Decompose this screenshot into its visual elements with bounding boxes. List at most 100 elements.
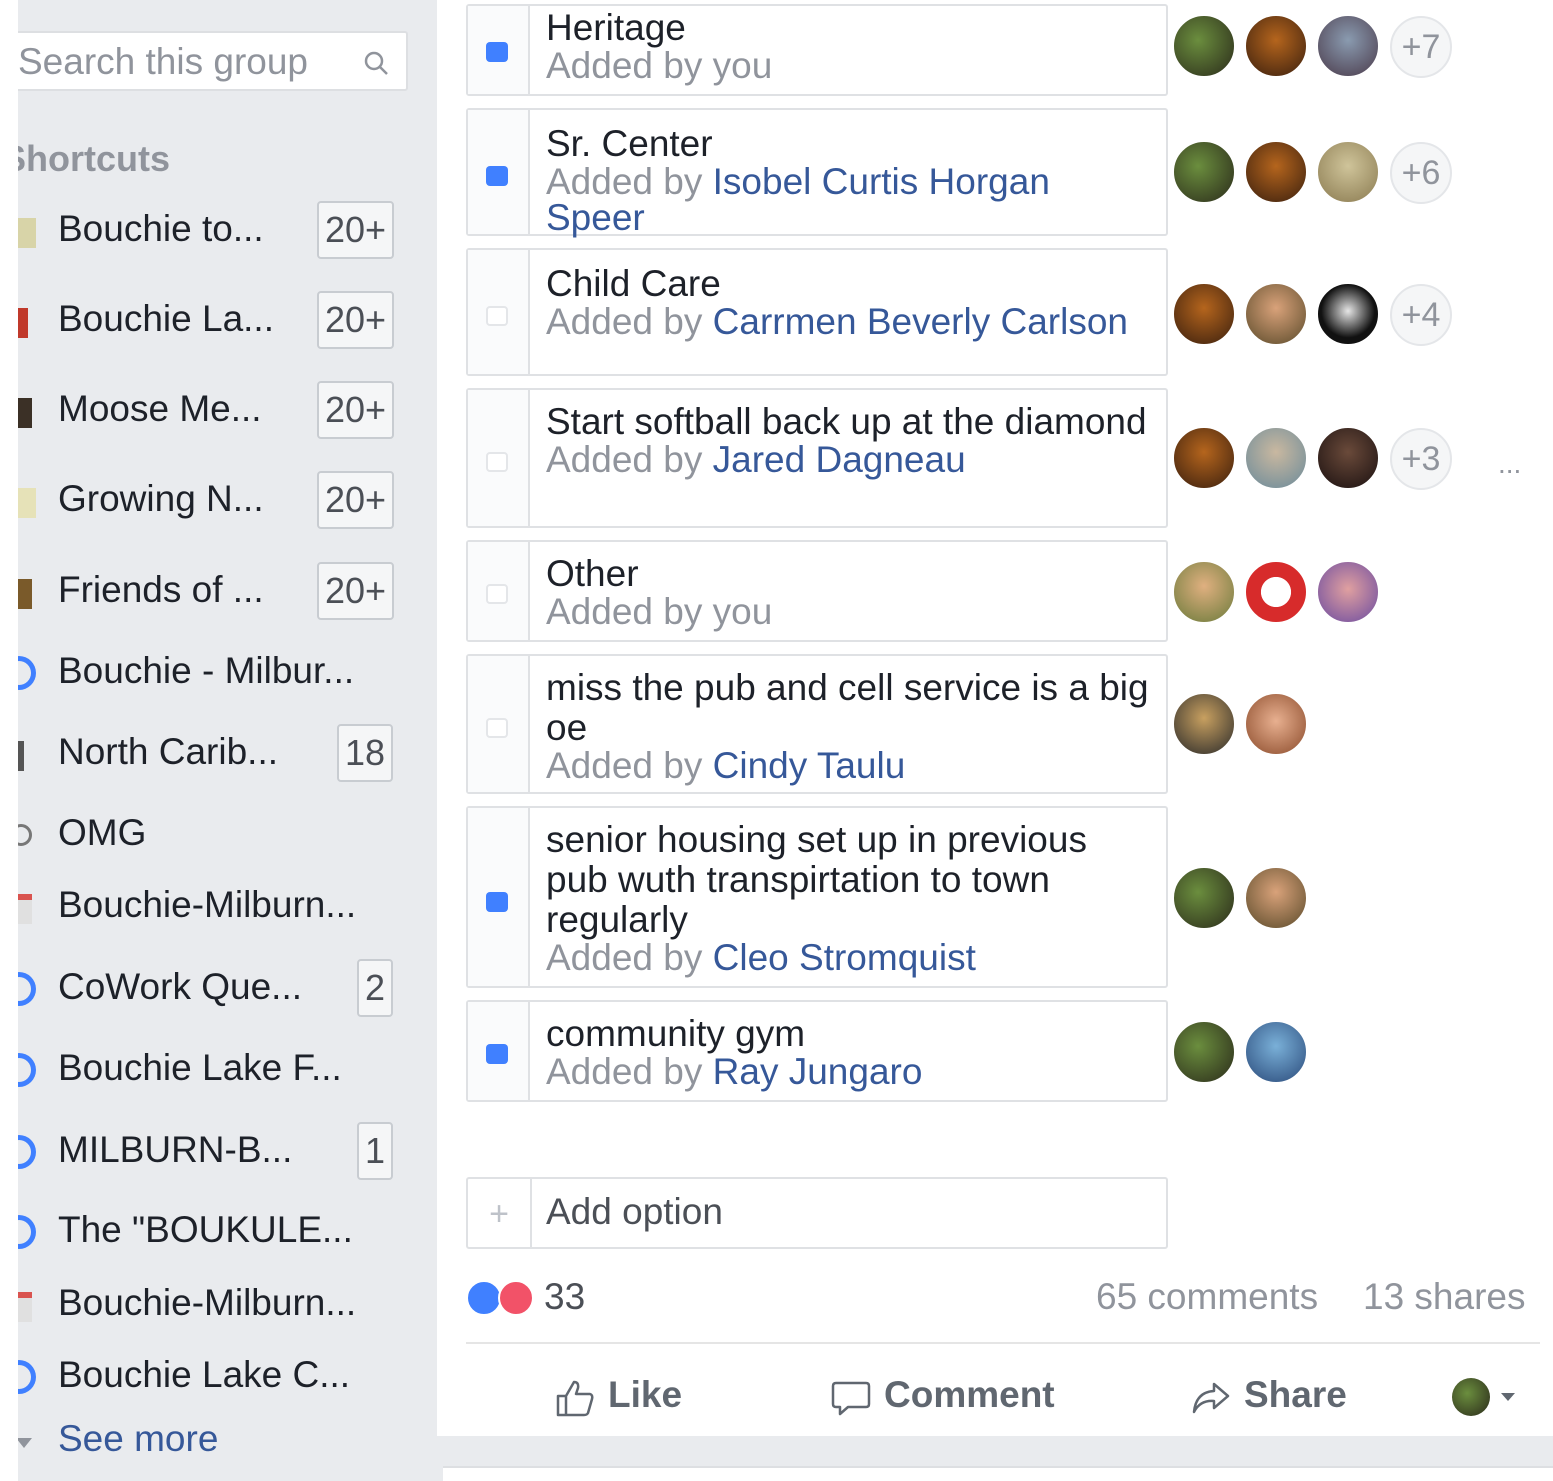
checkbox-checked-icon[interactable] xyxy=(486,166,508,186)
shortcut-item[interactable]: Bouchie-Milburn... xyxy=(0,872,437,942)
avatar[interactable] xyxy=(1316,282,1380,346)
see-more-link[interactable]: See more xyxy=(0,1414,300,1470)
poll-option[interactable]: senior housing set up in previous pub wu… xyxy=(466,806,1168,988)
checkbox-checked-icon[interactable] xyxy=(486,892,508,912)
shortcut-label: OMG xyxy=(58,812,147,853)
poll-option-checkbox-cell xyxy=(468,250,530,374)
shortcut-item[interactable]: North Carib... 18 xyxy=(0,719,437,789)
search-input[interactable]: Search this group xyxy=(18,41,308,83)
shortcut-item[interactable]: Bouchie Lake F... xyxy=(0,1035,437,1105)
more-voters-count[interactable]: +6 xyxy=(1390,142,1452,204)
window-edge xyxy=(0,0,18,1481)
shortcut-item[interactable]: Bouchie to... 20+ xyxy=(0,196,437,266)
shortcut-item[interactable]: CoWork Que... 2 xyxy=(0,954,437,1024)
poll-option[interactable]: Start softball back up at the diamond Ad… xyxy=(466,388,1168,528)
shortcut-item[interactable]: The "BOUKULE... xyxy=(0,1197,437,1267)
avatar[interactable] xyxy=(1244,140,1308,204)
avatar[interactable] xyxy=(1244,426,1308,490)
added-by-text: Added by you xyxy=(546,45,773,86)
poll-option-title: Other xyxy=(546,553,639,594)
share-button[interactable]: Share xyxy=(1190,1368,1370,1424)
added-by-text: Added by Ray Jungaro xyxy=(546,1051,923,1092)
added-by-text: Added by Cleo Stromquist xyxy=(546,937,976,978)
shortcut-item[interactable]: Bouchie-Milburn... xyxy=(0,1270,437,1340)
avatar[interactable] xyxy=(1316,426,1380,490)
author-link[interactable]: Cleo Stromquist xyxy=(713,937,976,978)
avatar[interactable] xyxy=(1172,692,1236,756)
shortcut-label: Moose Me... xyxy=(58,388,262,429)
more-voters-count[interactable]: +7 xyxy=(1390,16,1452,78)
checkbox-unchecked-icon[interactable] xyxy=(486,718,508,738)
shortcut-item[interactable]: Moose Me... 20+ xyxy=(0,376,437,446)
added-by-text: Added by Isobel Curtis Horgan Speer xyxy=(546,161,1050,238)
poll-option[interactable]: Other Added by you xyxy=(466,540,1168,642)
poll-option-title: Start softball back up at the diamond xyxy=(546,401,1147,442)
checkbox-unchecked-icon[interactable] xyxy=(486,452,508,472)
avatar xyxy=(1452,1378,1490,1416)
search-icon[interactable] xyxy=(362,49,390,77)
checkbox-unchecked-icon[interactable] xyxy=(486,306,508,326)
canada-flag-avatar[interactable] xyxy=(1244,560,1308,624)
avatar[interactable] xyxy=(1316,140,1380,204)
shortcut-item[interactable]: MILBURN-B... 1 xyxy=(0,1117,437,1187)
comment-icon xyxy=(831,1381,871,1416)
avatar[interactable] xyxy=(1316,560,1380,624)
reaction-count[interactable]: 33 xyxy=(544,1276,585,1318)
author-link[interactable]: Carrmen Beverly Carlson xyxy=(713,301,1128,342)
add-option-placeholder[interactable]: Add option xyxy=(546,1191,723,1233)
shares-count[interactable]: 13 shares xyxy=(1363,1276,1526,1318)
avatar[interactable] xyxy=(1172,426,1236,490)
like-button[interactable]: Like xyxy=(554,1368,704,1424)
shortcut-label: Bouchie - Milbur... xyxy=(58,650,355,691)
shortcut-item[interactable]: Bouchie - Milbur... xyxy=(0,638,437,708)
avatar[interactable] xyxy=(1244,14,1308,78)
shortcut-item[interactable]: OMG xyxy=(0,800,437,870)
avatar[interactable] xyxy=(1244,1020,1308,1084)
comment-button[interactable]: Comment xyxy=(830,1368,1080,1424)
author-link[interactable]: Jared Dagneau xyxy=(713,439,966,480)
checkbox-unchecked-icon[interactable] xyxy=(486,584,508,604)
author-link[interactable]: Cindy Taulu xyxy=(713,745,906,786)
poll-option[interactable]: Sr. Center Added by Isobel Curtis Horgan… xyxy=(466,108,1168,236)
avatar[interactable] xyxy=(1244,866,1308,930)
notification-badge: 2 xyxy=(357,959,394,1017)
checkbox-checked-icon[interactable] xyxy=(486,42,508,62)
poll-option-checkbox-cell xyxy=(468,656,530,792)
thumbs-up-icon xyxy=(556,1380,594,1417)
poll-option[interactable]: Child Care Added by Carrmen Beverly Carl… xyxy=(466,248,1168,376)
avatar[interactable] xyxy=(1172,282,1236,346)
poll-option[interactable]: Heritage Added by you xyxy=(466,4,1168,96)
poll-option[interactable]: community gym Added by Ray Jungaro xyxy=(466,1000,1168,1102)
avatar[interactable] xyxy=(1316,14,1380,78)
avatar[interactable] xyxy=(1172,1020,1236,1084)
avatar[interactable] xyxy=(1244,282,1308,346)
poll-option[interactable]: miss the pub and cell service is a big o… xyxy=(466,654,1168,794)
more-voters-count[interactable]: +3 xyxy=(1390,428,1452,490)
shortcut-item[interactable]: Bouchie La... 20+ xyxy=(0,286,437,356)
avatar[interactable] xyxy=(1172,560,1236,624)
avatar[interactable] xyxy=(1244,692,1308,756)
notification-badge: 20+ xyxy=(317,471,395,529)
shortcut-item[interactable]: Bouchie Lake C... xyxy=(0,1342,437,1412)
like-reaction-icon xyxy=(466,1280,502,1316)
avatar[interactable] xyxy=(1172,14,1236,78)
group-search[interactable]: Search this group xyxy=(12,31,408,91)
poll-option-checkbox-cell xyxy=(468,542,530,640)
shortcuts-heading: Shortcuts xyxy=(2,138,171,179)
poll-option-title: Sr. Center xyxy=(546,123,713,164)
love-reaction-icon xyxy=(498,1280,534,1316)
checkbox-checked-icon[interactable] xyxy=(486,1044,508,1064)
comments-count[interactable]: 65 comments xyxy=(1096,1276,1318,1318)
shortcut-item[interactable]: Growing N... 20+ xyxy=(0,466,437,536)
avatar[interactable] xyxy=(1172,140,1236,204)
option-menu-icon[interactable]: ... xyxy=(1498,448,1521,480)
author-link[interactable]: Ray Jungaro xyxy=(713,1051,923,1092)
avatar[interactable] xyxy=(1172,866,1236,930)
audience-selector[interactable] xyxy=(1452,1376,1524,1418)
poll-option-title: miss the pub and cell service is a big o… xyxy=(546,667,1149,748)
shortcut-label: The "BOUKULE... xyxy=(58,1209,353,1250)
shortcut-label: North Carib... xyxy=(58,731,279,772)
shortcut-item[interactable]: Friends of ... 20+ xyxy=(0,557,437,627)
more-voters-count[interactable]: +4 xyxy=(1390,284,1452,346)
add-option-field[interactable]: + Add option xyxy=(466,1177,1168,1249)
